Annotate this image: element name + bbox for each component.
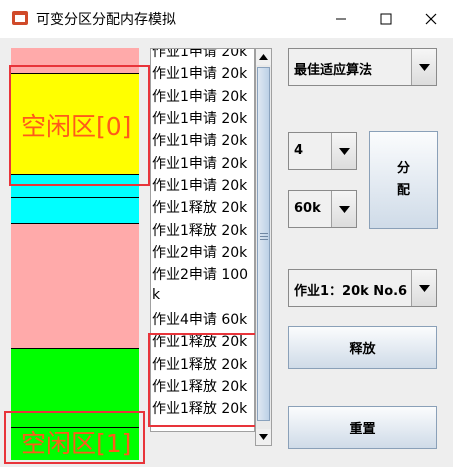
allocate-label-line1: 分 [396,161,410,176]
arrow-down-icon [259,434,268,440]
main-panel: 空闲区[0] 空闲区[1] 作业1申请 20k 作业1申请 20k 作业1申请 … [0,38,453,467]
list-item[interactable]: 作业1申请 20k [152,63,247,83]
algorithm-value: 最佳适应算法 [294,63,373,78]
list-item[interactable]: 作业1释放 20k [152,220,247,240]
list-item[interactable]: 作业4申请 60k [152,309,247,329]
list-item[interactable]: 作业1申请 20k [152,130,247,150]
size-select[interactable]: 60k [288,190,357,228]
size-value: 60k [294,201,321,216]
scroll-down-button[interactable] [256,429,271,445]
window-title: 可变分区分配内存模拟 [36,12,176,28]
free-area-label: 空闲区[0] [21,112,132,141]
free-area-label: 空闲区[1] [21,429,132,458]
reset-label: 重置 [349,422,376,437]
scroll-up-button[interactable] [256,49,271,65]
list-item[interactable]: 作业1申请 20k [152,49,247,61]
close-icon [425,13,436,25]
chevron-down-icon[interactable] [331,191,356,227]
scroll-grip [260,233,268,234]
list-item[interactable]: 作业1申请 20k [152,86,247,106]
allocate-button[interactable]: 分 配 [369,131,438,229]
chevron-down-icon[interactable] [331,133,356,169]
allocate-label-line2: 配 [396,183,410,198]
scroll-grip [260,236,268,237]
memory-partition [11,224,139,348]
memory-partition [11,198,139,223]
minimize-icon [335,18,346,20]
list-item[interactable]: 作业1申请 20k [152,108,247,128]
scroll-grip [260,239,268,240]
release-label: 释放 [349,342,376,357]
list-item[interactable]: 作业2申请 100 [152,264,248,284]
maximize-button[interactable] [363,0,408,38]
list-item[interactable]: 作业2申请 20k [152,242,247,262]
job-number-value: 4 [294,143,304,158]
list-item[interactable]: k [152,287,160,303]
scroll-thumb[interactable] [257,67,270,421]
reset-button[interactable]: 重置 [288,406,437,449]
title-bar: 可变分区分配内存模拟 [0,0,453,39]
maximize-icon [380,13,391,25]
list-horizontal-gap [150,432,255,446]
chevron-down-icon[interactable] [411,270,436,306]
job-number-select[interactable]: 4 [288,132,357,170]
list-scrollbar[interactable] [255,48,272,446]
close-button[interactable] [408,0,453,38]
list-item[interactable]: 作业1申请 20k [152,153,247,173]
job-select-value: 作业1：20k No.6 [294,284,408,299]
arrow-up-icon [259,54,268,60]
list-item[interactable]: 作业1申请 20k [152,175,247,195]
release-log-highlight [148,333,269,427]
list-item[interactable]: 作业1释放 20k [152,197,247,217]
java-cup-icon [12,11,28,25]
chevron-down-icon[interactable] [411,49,436,85]
release-button[interactable]: 释放 [288,326,437,369]
job-select[interactable]: 作业1：20k No.6 [288,269,437,307]
algorithm-select[interactable]: 最佳适应算法 [288,48,437,86]
minimize-button[interactable] [318,0,363,38]
